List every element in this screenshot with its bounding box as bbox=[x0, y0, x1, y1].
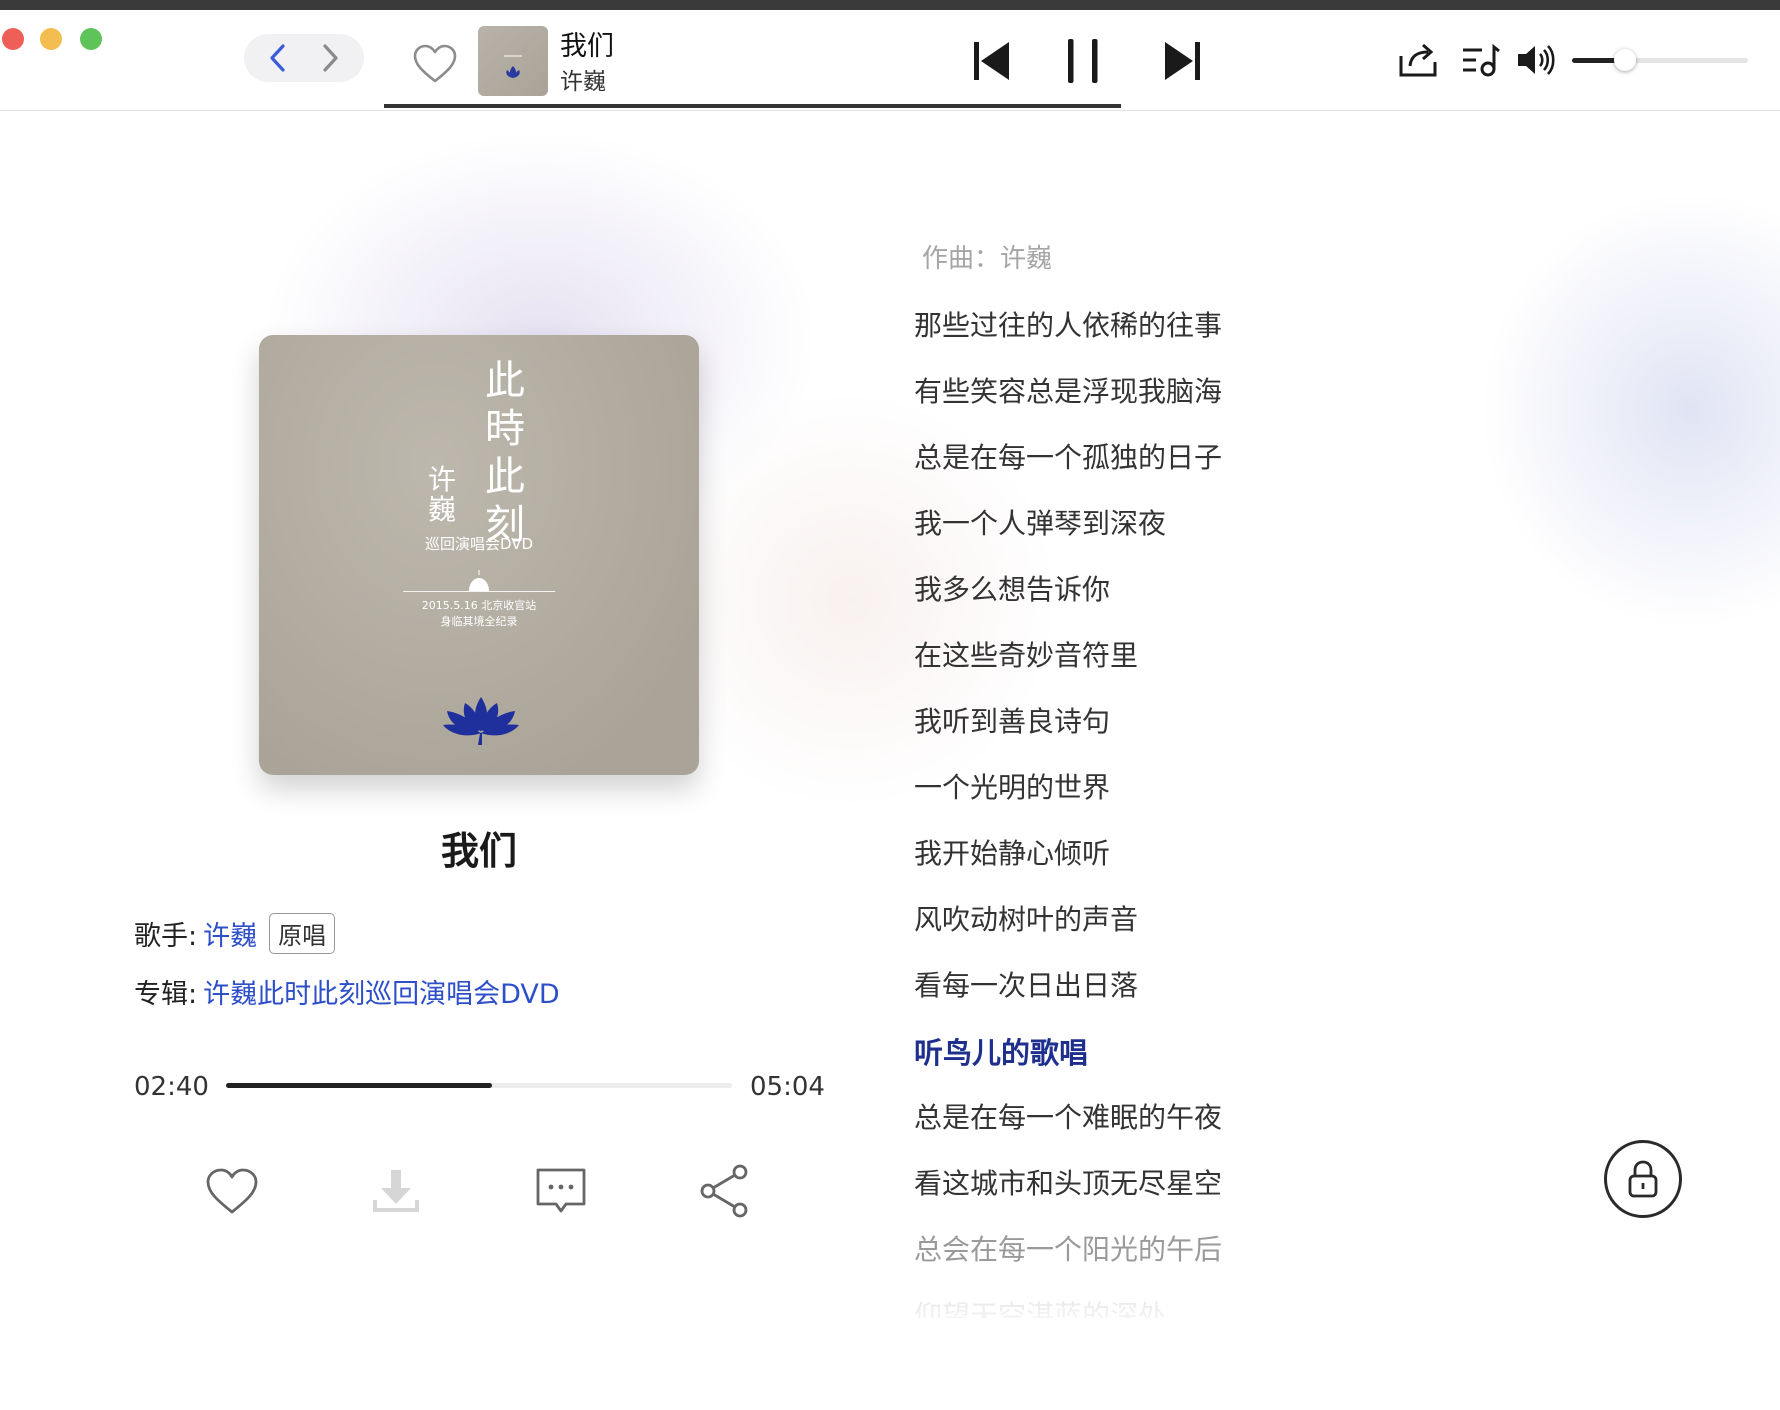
lyrics-lock-button[interactable] bbox=[1604, 1140, 1682, 1218]
album-link[interactable]: 许巍此时此刻巡回演唱会DVD bbox=[203, 972, 560, 1011]
mini-progress-fill bbox=[384, 104, 1121, 108]
mini-artist-name[interactable]: 许巍 bbox=[560, 62, 606, 96]
comment-icon bbox=[536, 1168, 586, 1213]
lyric-line[interactable]: 总是在每一个难眠的午夜 bbox=[914, 1096, 1222, 1136]
song-progress-fill bbox=[226, 1083, 492, 1088]
lyrics-fade-overlay bbox=[900, 1260, 1600, 1340]
zoom-window-button[interactable] bbox=[80, 28, 102, 50]
lyric-line[interactable]: 那些过往的人依稀的往事 bbox=[914, 304, 1222, 344]
lyric-line[interactable]: 风吹动树叶的声音 bbox=[914, 898, 1138, 938]
album-cover-note-line: 身临其境全纪录 bbox=[440, 615, 518, 628]
current-time: 02:40 bbox=[134, 1072, 209, 1102]
singer-label: 歌手: bbox=[134, 921, 198, 952]
comment-button[interactable] bbox=[531, 1163, 591, 1219]
skip-next-icon bbox=[1165, 42, 1200, 80]
forward-button[interactable] bbox=[310, 42, 350, 74]
player-window: 我们 许巍 此時此刻 许巍 巡回演唱会DVD 2015.5.16 北京收官站 身… bbox=[0, 10, 1780, 1410]
song-title: 我们 bbox=[440, 829, 517, 873]
pause-icon bbox=[1068, 39, 1098, 83]
singer-link[interactable]: 许巍 bbox=[203, 914, 257, 953]
volume-slider-knob[interactable] bbox=[1614, 49, 1636, 71]
playlist-icon bbox=[1463, 43, 1500, 77]
navigation-pill bbox=[244, 34, 364, 82]
screen-top-strip bbox=[0, 0, 1780, 10]
heart-icon bbox=[413, 44, 457, 83]
lyric-line[interactable]: 一个光明的世界 bbox=[914, 766, 1110, 806]
album-label: 专辑: bbox=[134, 979, 198, 1010]
download-icon bbox=[373, 1170, 419, 1212]
toolbar: 我们 许巍 bbox=[0, 10, 1780, 111]
chevron-left-icon bbox=[270, 44, 285, 72]
album-cover-date-line: 2015.5.16 北京收官站 bbox=[421, 599, 537, 612]
lotus-icon bbox=[504, 55, 522, 78]
pause-button[interactable] bbox=[1058, 36, 1108, 86]
total-time: 05:04 bbox=[750, 1072, 825, 1102]
volume-icon bbox=[1518, 45, 1555, 75]
lyric-line[interactable]: 总是在每一个孤独的日子 bbox=[914, 436, 1222, 476]
mini-like-button[interactable] bbox=[412, 44, 458, 88]
volume-button[interactable] bbox=[1514, 40, 1558, 80]
lyric-line[interactable]: 我多么想告诉你 bbox=[914, 568, 1110, 608]
album-cover: 此時此刻 许巍 巡回演唱会DVD 2015.5.16 北京收官站 身临其境全纪录 bbox=[259, 335, 699, 775]
close-window-button[interactable] bbox=[2, 28, 24, 50]
share-nodes-icon bbox=[700, 1164, 748, 1218]
skip-previous-icon bbox=[974, 42, 1009, 80]
lyric-line[interactable]: 有些笑容总是浮现我脑海 bbox=[914, 370, 1222, 410]
lyric-line[interactable]: 看这城市和头顶无尽星空 bbox=[914, 1162, 1222, 1202]
lyric-line[interactable]: 我听到善良诗句 bbox=[914, 700, 1110, 740]
lyric-line[interactable]: 我开始静心倾听 bbox=[914, 832, 1110, 872]
share-icon bbox=[1399, 43, 1437, 77]
download-button[interactable] bbox=[366, 1163, 426, 1219]
mini-album-cover[interactable] bbox=[478, 26, 548, 96]
album-cover-divider bbox=[403, 591, 555, 592]
lyric-line[interactable]: 在这些奇妙音符里 bbox=[914, 634, 1138, 674]
album-cover-calligraphy: 此時此刻 bbox=[485, 358, 525, 548]
lyric-line[interactable]: 看每一次日出日落 bbox=[914, 964, 1138, 1004]
chevron-right-icon bbox=[323, 44, 338, 72]
album-cover-subtitle: 巡回演唱会DVD bbox=[424, 535, 534, 553]
share-button[interactable] bbox=[695, 1163, 755, 1219]
back-button[interactable] bbox=[258, 42, 298, 74]
next-track-button[interactable] bbox=[1152, 36, 1212, 86]
volume-slider[interactable] bbox=[1572, 49, 1748, 71]
singer-row: 歌手: 许巍 原唱 bbox=[134, 913, 336, 954]
like-button[interactable] bbox=[202, 1163, 262, 1219]
heart-icon bbox=[206, 1168, 258, 1214]
toolbar-share-button[interactable] bbox=[1396, 40, 1440, 80]
lotus-icon bbox=[443, 697, 519, 745]
lyrics-panel[interactable]: 作曲：许巍那些过往的人依稀的往事 有些笑容总是浮现我脑海 总是在每一个孤独的日子 我一… bbox=[914, 238, 1554, 1318]
lock-icon bbox=[1628, 1160, 1658, 1198]
mini-song-title[interactable]: 我们 bbox=[560, 24, 614, 63]
minimize-window-button[interactable] bbox=[40, 28, 62, 50]
lyric-line-active[interactable]: 听鸟儿的歌唱 bbox=[914, 1030, 1088, 1072]
original-singer-tag: 原唱 bbox=[269, 913, 336, 954]
playlist-button[interactable] bbox=[1458, 40, 1502, 80]
sunrise-icon bbox=[469, 570, 489, 591]
album-row: 专辑: 许巍此时此刻巡回演唱会DVD bbox=[134, 972, 560, 1011]
album-cover-artist-calligraphy: 许巍 bbox=[427, 463, 456, 526]
lyric-credit[interactable]: 作曲：许巍 bbox=[922, 238, 1052, 275]
song-progress-bar[interactable] bbox=[226, 1083, 732, 1088]
lyric-line[interactable]: 我一个人弹琴到深夜 bbox=[914, 502, 1166, 542]
previous-track-button[interactable] bbox=[962, 36, 1022, 86]
